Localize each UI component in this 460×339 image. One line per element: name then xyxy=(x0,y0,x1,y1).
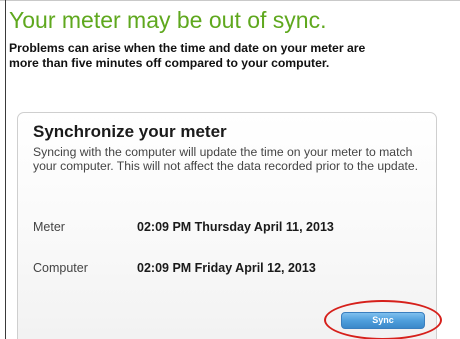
computer-label: Computer xyxy=(33,261,88,275)
intro-line-2: more than five minutes off compared to y… xyxy=(9,56,330,70)
intro-line-1: Problems can arise when the time and dat… xyxy=(9,41,366,55)
left-border xyxy=(5,0,6,339)
computer-time-value: 02:09 PM Friday April 12, 2013 xyxy=(137,261,316,275)
sync-button[interactable]: Sync xyxy=(341,312,425,329)
intro-text: Problems can arise when the time and dat… xyxy=(9,41,460,71)
meter-time-value: 02:09 PM Thursday April 11, 2013 xyxy=(137,220,334,234)
top-divider xyxy=(0,0,460,1)
page-title: Your meter may be out of sync. xyxy=(9,7,327,33)
card-title: Synchronize your meter xyxy=(33,122,227,141)
sync-dialog: Your meter may be out of sync. Problems … xyxy=(0,0,460,339)
card-description: Syncing with the computer will update th… xyxy=(33,145,419,173)
meter-label: Meter xyxy=(33,220,65,234)
